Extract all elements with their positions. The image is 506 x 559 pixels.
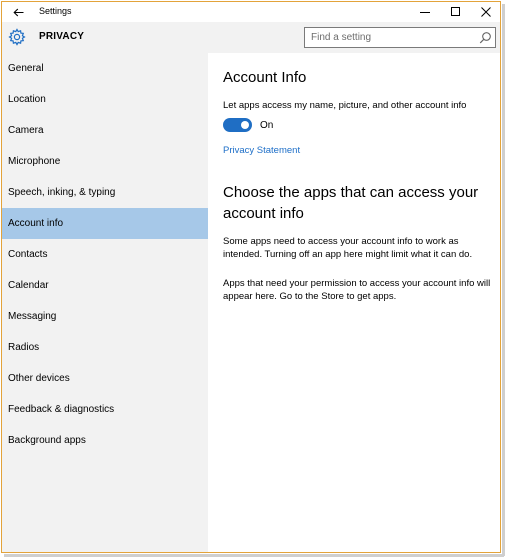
sidebar-item-location[interactable]: Location xyxy=(2,84,208,115)
sidebar-item-background-apps[interactable]: Background apps xyxy=(2,425,208,456)
search-icon[interactable] xyxy=(479,31,492,44)
sidebar: General Location Camera Microphone Speec… xyxy=(2,53,208,552)
toggle-knob xyxy=(241,121,249,129)
maximize-button[interactable] xyxy=(441,2,471,22)
sidebar-item-account-info[interactable]: Account info xyxy=(2,208,208,239)
settings-window: Settings PRIVACY Find a setting General … xyxy=(1,1,501,553)
toggle-state-label: On xyxy=(260,120,274,131)
close-icon xyxy=(481,7,491,17)
setting-description: Let apps access my name, picture, and ot… xyxy=(223,100,467,111)
sidebar-item-other-devices[interactable]: Other devices xyxy=(2,363,208,394)
search-input[interactable] xyxy=(305,28,475,47)
account-info-toggle[interactable] xyxy=(223,118,252,132)
back-button[interactable] xyxy=(4,2,32,22)
window-shadow-bottom xyxy=(4,554,504,557)
close-button[interactable] xyxy=(471,2,501,22)
content-title: Account Info xyxy=(223,69,307,86)
sidebar-item-camera[interactable]: Camera xyxy=(2,115,208,146)
sidebar-item-calendar[interactable]: Calendar xyxy=(2,270,208,301)
minimize-icon xyxy=(420,12,430,13)
sidebar-item-contacts[interactable]: Contacts xyxy=(2,239,208,270)
window-shadow-right xyxy=(502,4,505,556)
info-paragraph: Some apps need to access your account in… xyxy=(223,236,473,260)
sidebar-item-radios[interactable]: Radios xyxy=(2,332,208,363)
main-content: Account Info Let apps access my name, pi… xyxy=(208,53,500,552)
back-arrow-icon xyxy=(12,8,23,16)
page-title: PRIVACY xyxy=(39,31,85,42)
window-title: Settings xyxy=(39,6,72,16)
gear-icon xyxy=(8,28,26,46)
title-bar: Settings xyxy=(2,2,500,22)
store-paragraph: Apps that need your permission to access… xyxy=(223,278,491,302)
sidebar-item-speech-inking-typing[interactable]: Speech, inking, & typing xyxy=(2,177,208,208)
section-heading: Choose the apps that can access your acc… xyxy=(223,184,479,222)
settings-header: PRIVACY xyxy=(2,22,500,53)
privacy-statement-link[interactable]: Privacy Statement xyxy=(223,145,300,156)
sidebar-item-microphone[interactable]: Microphone xyxy=(2,146,208,177)
maximize-icon xyxy=(451,7,460,16)
minimize-button[interactable] xyxy=(410,2,440,22)
sidebar-item-general[interactable]: General xyxy=(2,53,208,84)
sidebar-item-feedback-diagnostics[interactable]: Feedback & diagnostics xyxy=(2,394,208,425)
search-box[interactable] xyxy=(304,27,496,48)
sidebar-item-messaging[interactable]: Messaging xyxy=(2,301,208,332)
